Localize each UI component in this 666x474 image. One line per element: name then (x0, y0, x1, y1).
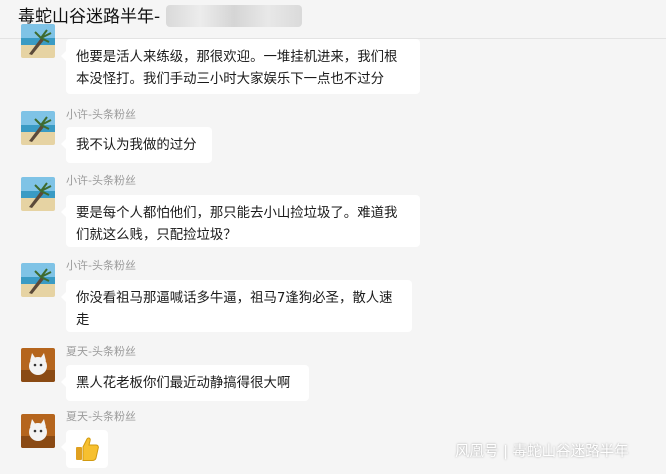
avatar[interactable] (21, 111, 55, 145)
message-line: 要是每个人都怕他们，那只能去小山捡垃圾了。难道我 (76, 206, 398, 221)
bubble-tail (61, 442, 66, 452)
beach-avatar-icon (21, 111, 55, 145)
watermark: 风凰号 | 毒蛇山谷迷路半年 (455, 444, 629, 460)
cat-avatar-icon (21, 348, 55, 382)
bubble-tail (61, 292, 66, 302)
beach-avatar-icon (21, 263, 55, 297)
bubble-tail (61, 377, 66, 387)
message-line: 本没怪打。我们手动三小时大家娱乐下一点也不过分 (76, 72, 384, 87)
sender-name: 小许-头条粉丝 (66, 259, 136, 272)
message-bubble[interactable]: 他要是活人来练级，那很欢迎。一堆挂机进来，我们根 本没怪打。我们手动三小时大家娱… (61, 39, 420, 94)
sender-name: 夏天-头条粉丝 (66, 410, 136, 423)
beach-avatar-icon (21, 24, 55, 58)
avatar[interactable] (21, 414, 55, 448)
message-bubble[interactable]: 我不认为我做的过分 (61, 127, 212, 163)
message-line: 你没看祖马那逼喊话多牛逼，祖马7逢狗必圣，散人速 (76, 291, 393, 306)
avatar[interactable] (21, 263, 55, 297)
message-bubble[interactable]: 你没看祖马那逼喊话多牛逼，祖马7逢狗必圣，散人速 走 (61, 280, 412, 332)
cat-avatar-icon (21, 414, 55, 448)
avatar[interactable] (21, 348, 55, 382)
thumbs-up-icon (76, 437, 99, 461)
sender-name: 夏天-头条粉丝 (66, 345, 136, 358)
message-line: 们就这么贱，只配捡垃圾？ (76, 228, 237, 243)
avatar[interactable] (21, 177, 55, 211)
message-line: 我不认为我做的过分 (76, 138, 197, 153)
bubble-tail (61, 51, 66, 61)
blurred-name (166, 5, 302, 27)
avatar[interactable] (21, 24, 55, 58)
bubble-tail (61, 207, 66, 217)
bubble-tail (61, 139, 66, 149)
sender-name: 小许-头条粉丝 (66, 108, 136, 121)
message-line: 走 (76, 313, 90, 328)
beach-avatar-icon (21, 177, 55, 211)
message-bubble[interactable]: 要是每个人都怕他们，那只能去小山捡垃圾了。难道我 们就这么贱，只配捡垃圾？ (61, 195, 420, 247)
sender-name: 小许-头条粉丝 (66, 174, 136, 187)
chat-header: 毒蛇山谷迷路半年- (0, 0, 666, 39)
message-line: 黑人花老板你们最近动静搞得很大啊 (76, 376, 291, 391)
message-line: 他要是活人来练级，那很欢迎。一堆挂机进来，我们根 (76, 50, 398, 65)
message-bubble[interactable] (61, 430, 108, 468)
message-bubble[interactable]: 黑人花老板你们最近动静搞得很大啊 (61, 365, 309, 401)
